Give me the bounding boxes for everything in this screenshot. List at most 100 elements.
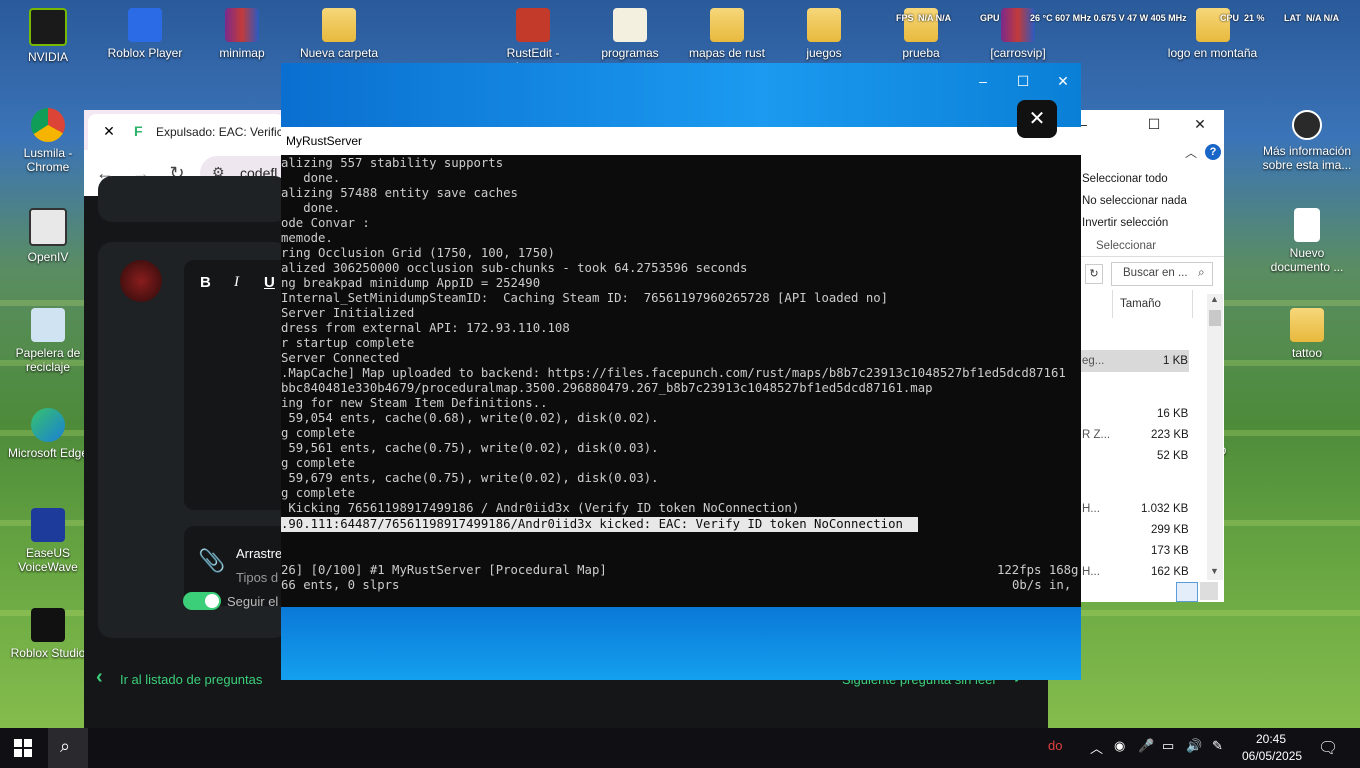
- console-line: ing for new Steam Item Definitions..: [281, 396, 548, 410]
- attach-subtitle: Tipos d: [236, 570, 279, 585]
- desktop-icon-papelera[interactable]: Papelera de reciclaje: [3, 308, 93, 374]
- italic-button[interactable]: I: [234, 274, 239, 291]
- console-title: MyRustServer: [286, 134, 363, 148]
- file-row-size: 1.032 KB: [1141, 503, 1189, 515]
- desktop-icon-nvidia[interactable]: NVIDIA: [3, 8, 93, 64]
- help-icon[interactable]: ?: [1205, 144, 1221, 160]
- desktop-icon-easeus[interactable]: EaseUS VoiceWave: [3, 508, 93, 574]
- toggle-knob: [205, 594, 219, 608]
- select-all-button[interactable]: Seleccionar todo: [1082, 173, 1168, 185]
- console-line-highlighted: .90.111:64487/76561198917499186/Andr0iid…: [281, 517, 918, 532]
- maximize-icon[interactable]: ☐: [1011, 71, 1035, 91]
- network-icon[interactable]: ▭: [1162, 738, 1174, 754]
- editor-box[interactable]: B I U: [184, 260, 294, 510]
- tiles-view-icon[interactable]: [1200, 582, 1218, 600]
- winrar-icon: [225, 8, 259, 42]
- follow-toggle[interactable]: [183, 592, 221, 610]
- avatar: [120, 260, 162, 302]
- desktop-icon-roblox-player[interactable]: Roblox Player: [100, 8, 190, 60]
- overlay-close-button[interactable]: ✕: [1017, 100, 1057, 138]
- roblox-icon: [128, 8, 162, 42]
- volume-icon[interactable]: 🔊: [1186, 738, 1202, 754]
- desktop-icon-label: Papelera de reciclaje: [15, 346, 81, 374]
- hud-gpu-label: GPU: [980, 13, 1000, 23]
- file-row-size: 162 KB: [1151, 566, 1189, 578]
- nvidia-icon: [29, 8, 67, 46]
- desktop-icon-label: [carrosvip]: [990, 46, 1046, 60]
- search-icon: ⌕: [1198, 265, 1205, 279]
- recycle-bin-icon: [31, 308, 65, 342]
- edge-icon: [31, 408, 65, 442]
- minimize-icon[interactable]: –: [971, 71, 995, 91]
- bold-button[interactable]: B: [200, 274, 211, 291]
- refresh-icon[interactable]: ↻: [1085, 264, 1103, 284]
- desktop-icon-mapas-de-rust[interactable]: mapas de rust: [682, 8, 772, 60]
- close-icon[interactable]: ✕: [1051, 71, 1075, 91]
- pen-icon[interactable]: ✎: [1212, 738, 1223, 754]
- back-chevron-icon[interactable]: ‹: [96, 666, 103, 689]
- desktop-icon-mas-informacion[interactable]: Más información sobre esta ima...: [1262, 110, 1352, 172]
- desktop-icon-label: mapas de rust: [688, 46, 766, 60]
- desktop-icon-juegos[interactable]: juegos: [779, 8, 869, 60]
- back-to-list-link[interactable]: Ir al listado de preguntas: [120, 672, 262, 687]
- invert-selection-button[interactable]: Invertir selección: [1082, 217, 1168, 229]
- desktop-icon-label: logo en montaña: [1167, 46, 1258, 60]
- clock-date[interactable]: 06/05/2025: [1242, 749, 1302, 763]
- desktop-icon-label: EaseUS VoiceWave: [18, 546, 78, 574]
- scroll-up-icon[interactable]: ▲: [1210, 294, 1219, 304]
- desktop-icon-minimap[interactable]: minimap: [197, 8, 287, 60]
- search-box[interactable]: Buscar en ... ⌕: [1111, 262, 1213, 286]
- hud-lat-label: LAT: [1284, 13, 1301, 23]
- collapse-ribbon-icon[interactable]: ︿: [1185, 144, 1197, 161]
- desktop-icon-openiv[interactable]: OpenIV: [3, 208, 93, 264]
- close-icon[interactable]: ✕: [1188, 114, 1212, 134]
- tab-close-icon[interactable]: ✕: [96, 118, 122, 144]
- console-line: ring Occlusion Grid (1750, 100, 1750): [281, 246, 555, 260]
- previous-card: [98, 176, 288, 222]
- desktop-icon-label: Roblox Player: [107, 46, 183, 60]
- console-line: Server Connected: [281, 351, 400, 365]
- console-line: Internal_SetMinidumpSteamID: Caching Ste…: [281, 291, 889, 305]
- vertical-scrollbar[interactable]: ▲ ▼: [1207, 294, 1223, 580]
- hud-fps-value: N/A N/A: [918, 13, 952, 23]
- desktop-icon-nueva-carpeta[interactable]: Nueva carpeta: [294, 8, 384, 60]
- easeus-icon: [31, 508, 65, 542]
- search-button[interactable]: ⌕: [48, 728, 88, 768]
- desktop-icon-label: Microsoft Edge: [7, 446, 89, 460]
- select-none-button[interactable]: No seleccionar nada: [1082, 195, 1187, 207]
- scroll-down-icon[interactable]: ▼: [1210, 566, 1219, 576]
- desktop-icon-label: Lusmila - Chrome: [23, 146, 73, 174]
- desktop-icon-nuevo-documento[interactable]: Nuevo documento ...: [1262, 208, 1352, 274]
- column-header-size[interactable]: Tamaño: [1120, 298, 1161, 310]
- console-line: done.: [281, 201, 341, 215]
- desktop-icon-edge[interactable]: Microsoft Edge: [3, 408, 93, 460]
- console-line: .MapCache] Map uploaded to backend: http…: [281, 366, 1066, 380]
- console-backdrop-bottom: [281, 607, 1081, 680]
- show-hidden-icons[interactable]: ︿: [1090, 738, 1103, 757]
- taskbar: ⌕ do ︿ ◉ 🎤 ▭ 🔊 ✎ 20:45 06/05/2025 🗨: [0, 728, 1360, 768]
- desktop-icon-roblox-studio[interactable]: Roblox Studio: [3, 608, 93, 660]
- desktop-icon-tattoo[interactable]: tattoo: [1262, 308, 1352, 360]
- desktop-icon-label: tattoo: [1291, 346, 1323, 360]
- maximize-icon[interactable]: ☐: [1142, 114, 1166, 134]
- scrollbar-thumb[interactable]: [1209, 310, 1221, 326]
- start-button[interactable]: [14, 739, 32, 757]
- clock-time[interactable]: 20:45: [1256, 732, 1286, 746]
- file-explorer-window: – ☐ ✕ ︿ ? Seleccionar todo No selecciona…: [1079, 110, 1224, 602]
- hud-gpu-value: 26 °C 607 MHz 0.675 V 47 W 405 MHz: [1030, 13, 1187, 23]
- console-line: r startup complete: [281, 336, 415, 350]
- codeflow-favicon-icon: F: [134, 123, 143, 139]
- console-line: ode Convar :: [281, 216, 370, 230]
- microphone-icon[interactable]: 🎤: [1138, 738, 1154, 754]
- reply-card: B I U 📎 Arrastre Tipos d: [98, 242, 294, 638]
- console-line: alizing 557 stability supports: [281, 156, 504, 170]
- notifications-icon[interactable]: 🗨: [1318, 738, 1338, 758]
- desktop-icon-lusmila-chrome[interactable]: Lusmila - Chrome: [3, 108, 93, 174]
- details-view-icon[interactable]: [1176, 582, 1198, 602]
- underline-button[interactable]: U: [264, 274, 275, 291]
- desktop-icon-programas[interactable]: programas: [585, 8, 675, 60]
- camera-icon[interactable]: ◉: [1114, 738, 1125, 754]
- desktop-icon-label: minimap: [219, 46, 265, 60]
- console-line: g complete: [281, 486, 356, 500]
- console-output[interactable]: alizing 557 stability supports done. ali…: [281, 155, 1081, 607]
